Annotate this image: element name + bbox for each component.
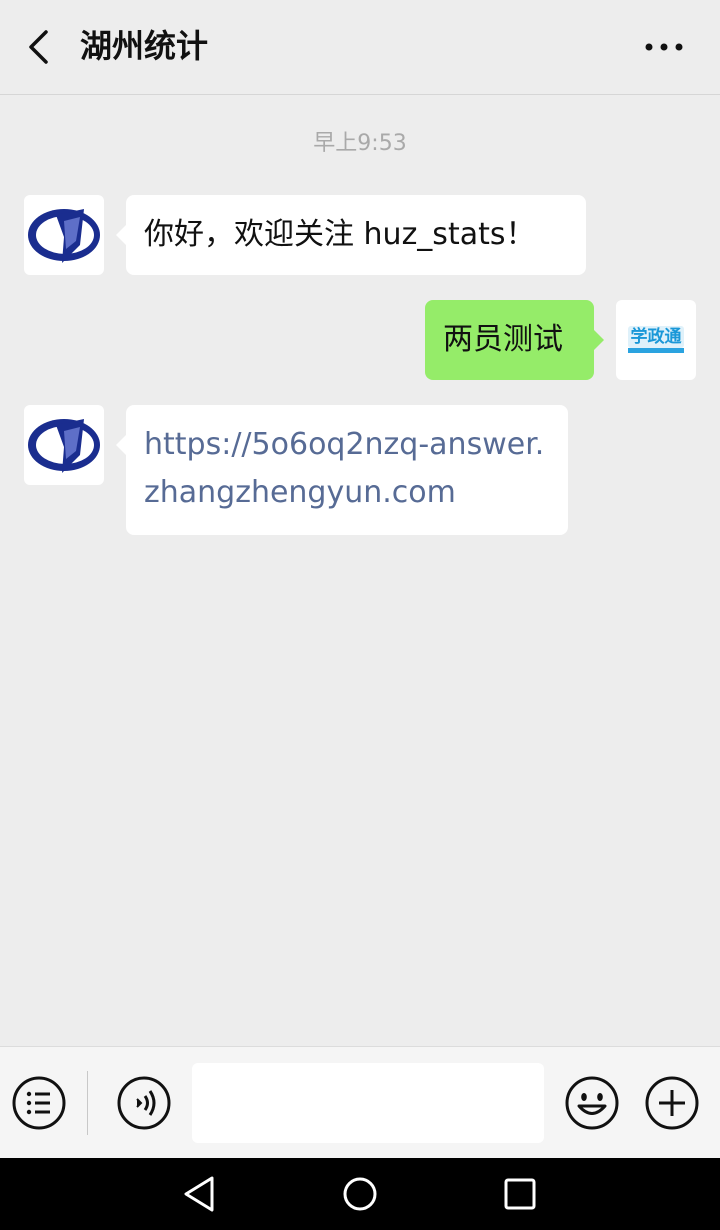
user-avatar[interactable]: 学政通 <box>616 300 696 380</box>
stats-logo-icon <box>28 209 100 263</box>
message-bubble-received[interactable]: 你好，欢迎关注 huz_stats！ <box>116 195 586 275</box>
user-avatar-text: 学政通 <box>630 327 682 347</box>
message-text: 两员测试 <box>443 322 563 357</box>
official-account-avatar[interactable] <box>24 195 104 275</box>
chevron-left-icon[interactable] <box>22 26 58 68</box>
plus-icon[interactable] <box>644 1075 700 1131</box>
nav-back-icon[interactable] <box>178 1172 222 1216</box>
nav-recents-icon[interactable] <box>498 1172 542 1216</box>
message-bubble-received[interactable]: https://5o6oq2nzq-answer.zhangzhengyun.c… <box>116 405 568 535</box>
menu-list-icon[interactable] <box>11 1075 67 1131</box>
message-bubble-sent[interactable]: 两员测试 <box>425 300 604 380</box>
more-dots-icon[interactable] <box>644 34 684 60</box>
page-title: 湖州统计 <box>80 27 209 65</box>
message-timestamp: 早上9:53 <box>313 131 407 156</box>
message-input[interactable] <box>192 1063 544 1143</box>
chat-area[interactable]: 早上9:53 你好，欢迎关注 huz_stats！ 两员测试 学政通 https… <box>0 95 720 1045</box>
nav-home-icon[interactable] <box>338 1172 382 1216</box>
emoji-icon[interactable] <box>564 1075 620 1131</box>
message-link[interactable]: https://5o6oq2nzq-answer.zhangzhengyun.c… <box>144 427 544 510</box>
top-bar: 湖州统计 <box>0 0 720 95</box>
stats-logo-icon <box>28 419 100 473</box>
official-account-avatar[interactable] <box>24 405 104 485</box>
message-text: 你好，欢迎关注 huz_stats！ <box>144 217 536 252</box>
system-nav-bar <box>0 1158 720 1230</box>
voice-icon[interactable] <box>116 1075 172 1131</box>
divider <box>87 1071 88 1135</box>
input-bar <box>0 1046 720 1159</box>
